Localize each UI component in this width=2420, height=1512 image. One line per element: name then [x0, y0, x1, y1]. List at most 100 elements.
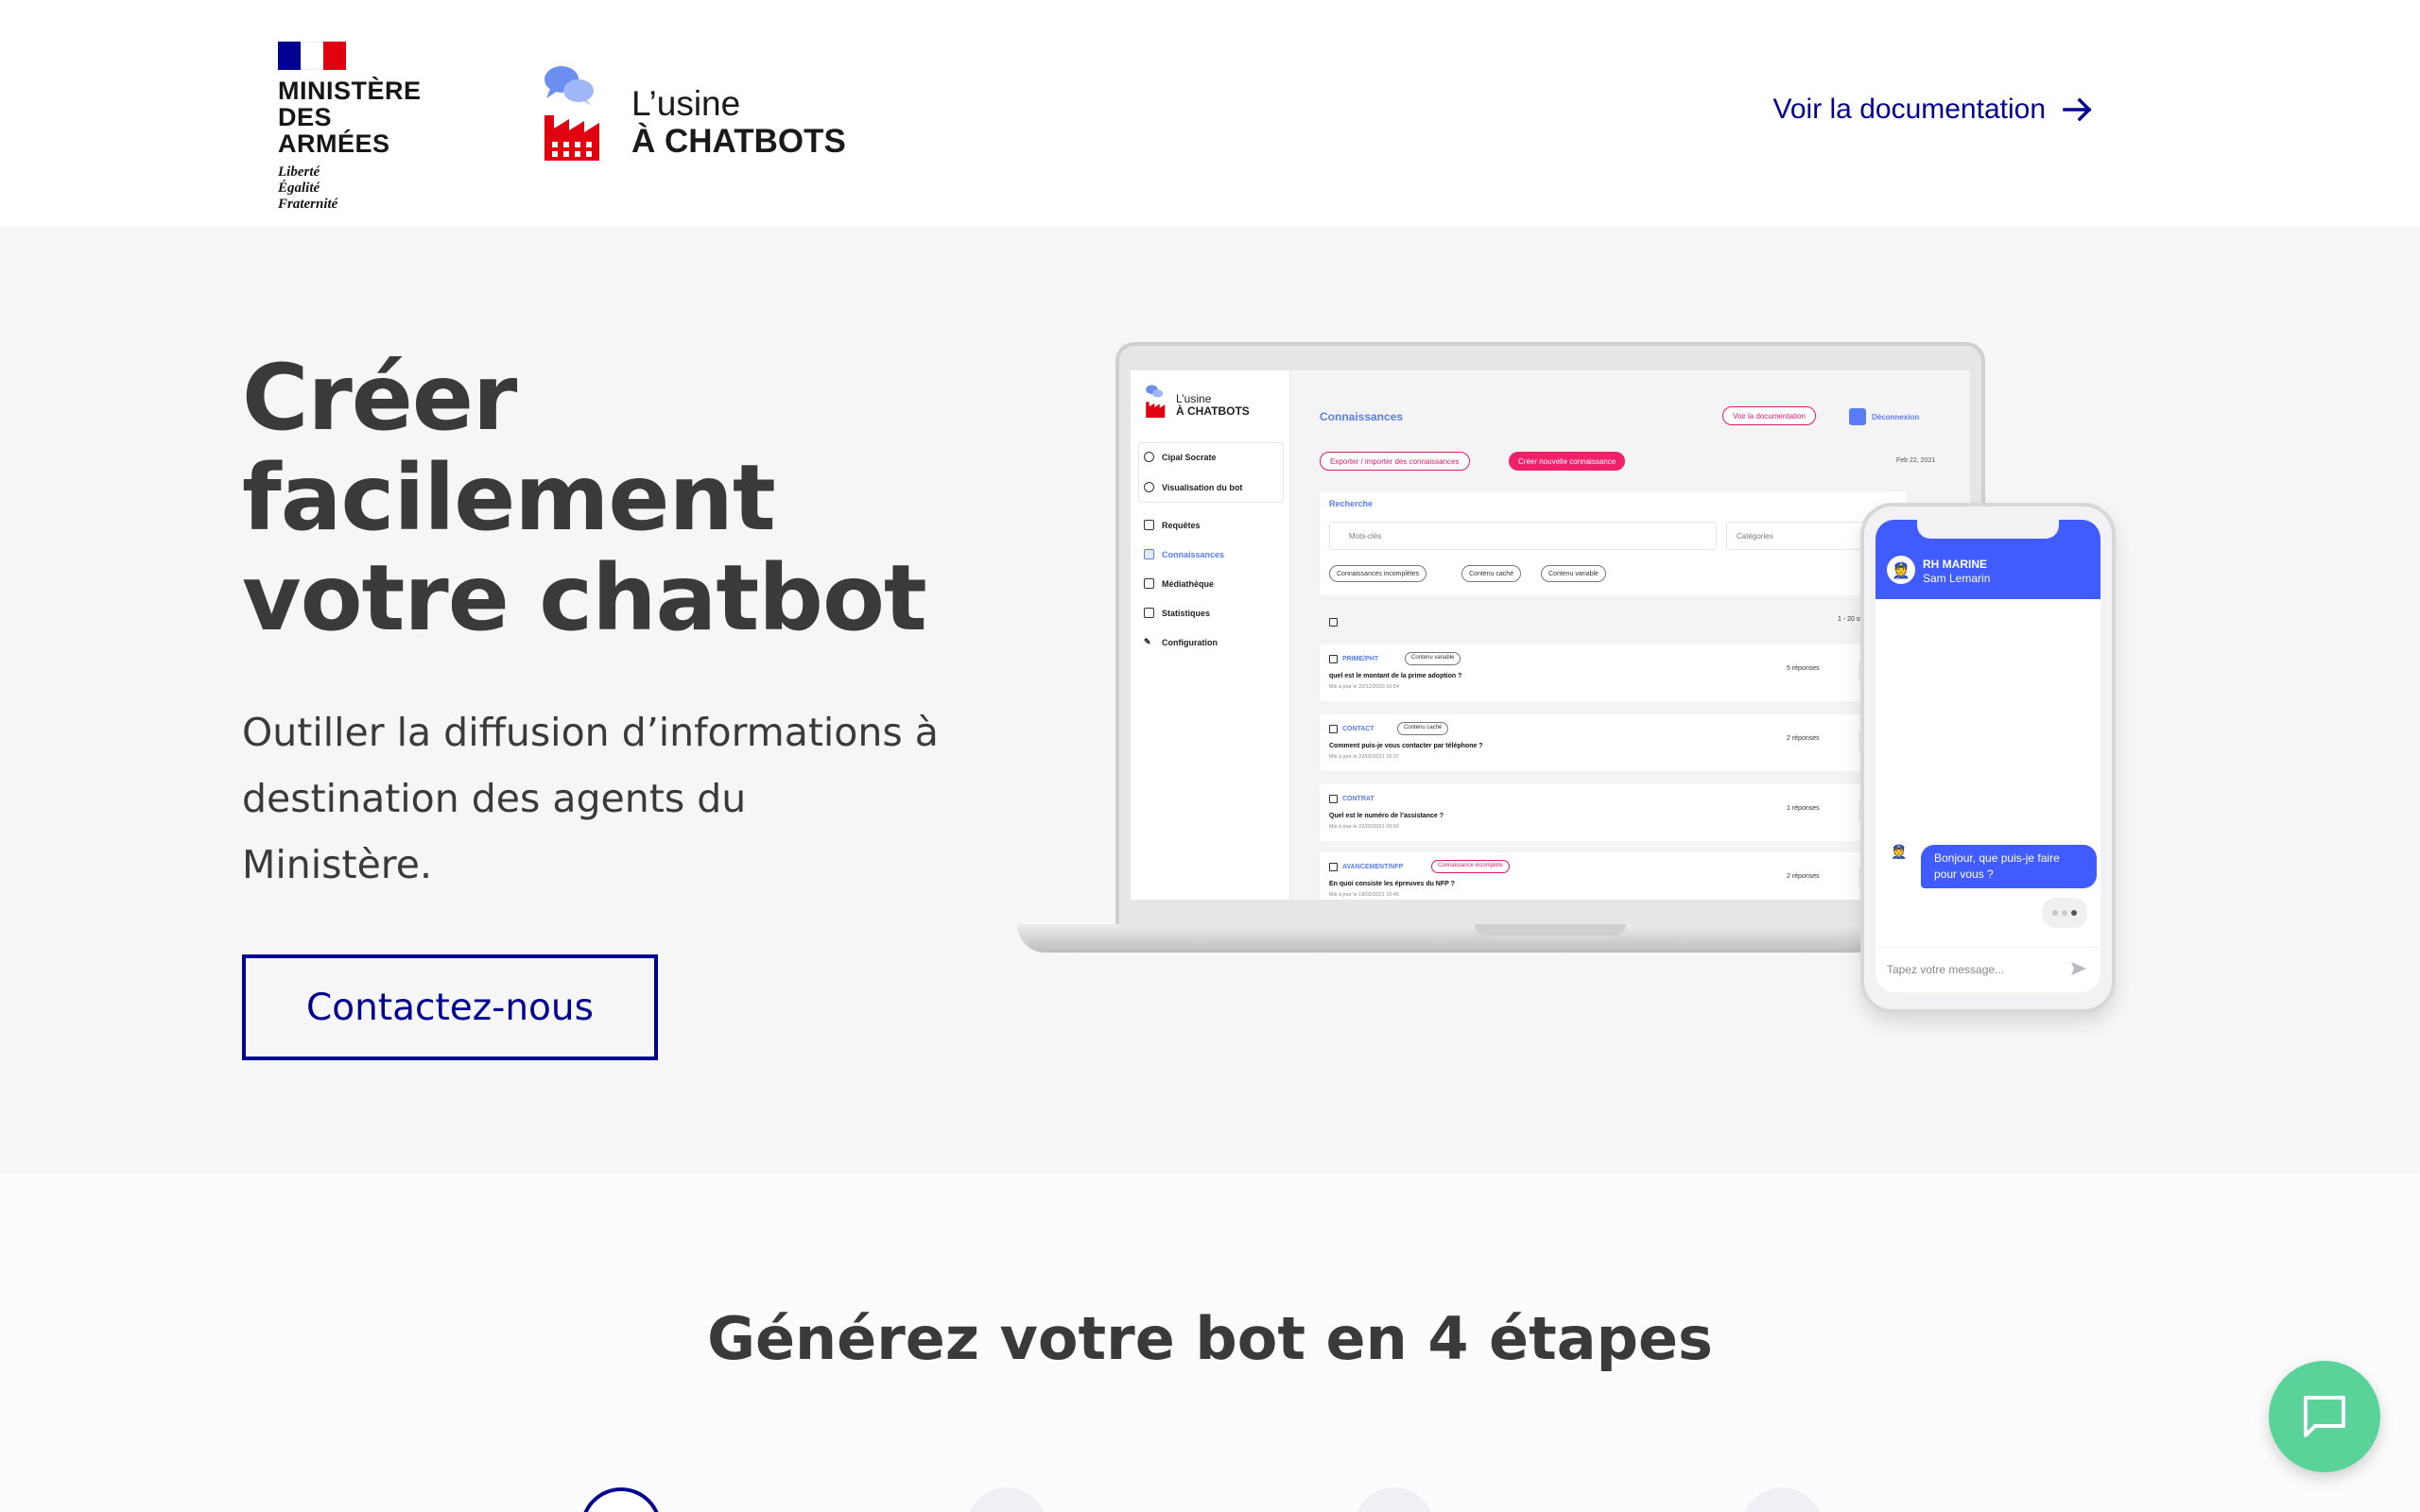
sidebar-item-mediatheque[interactable]: Médiathèque	[1144, 578, 1214, 589]
phone-screen: 👮 RH MARINE Sam Lemarin 👮 Bonjour, que p…	[1876, 520, 2100, 992]
chart-icon	[1144, 608, 1154, 618]
row-count: 2 réponses	[1787, 735, 1820, 742]
row-count: 2 réponses	[1787, 873, 1820, 880]
table-row[interactable]: CONTACT Contenu caché Comment puis-je vo…	[1320, 714, 1906, 771]
bot-subtitle: Sam Lemarin	[1923, 572, 1991, 585]
brand-line1: L’usine	[631, 84, 741, 123]
user-icon	[1144, 452, 1154, 462]
ministry-line2: DES ARMÉES	[278, 103, 390, 158]
search-label: Recherche	[1329, 499, 1374, 508]
steps-title: Générez votre bot en 4 étapes	[707, 1304, 1713, 1373]
laptop-screen: L’usine À CHATBOTS Cipal Socrate Visuali…	[1131, 370, 1970, 900]
sidebar-item-configuration[interactable]: ✎ Configuration	[1144, 637, 1218, 647]
table-row[interactable]: PRIME/PHT Contenu variable quel est le m…	[1320, 644, 1906, 701]
row-checkbox[interactable]	[1329, 655, 1338, 663]
documentation-button-label: Voir la documentation	[1733, 411, 1806, 421]
app-logo: L’usine À CHATBOTS	[1144, 384, 1250, 418]
row-tag: Contenu variable	[1405, 652, 1461, 665]
documentation-link-label: Voir la documentation	[1772, 94, 2046, 125]
row-question: Comment puis-je vous contacter par télép…	[1329, 743, 1483, 749]
chat-header: 👮 RH MARINE Sam Lemarin	[1876, 520, 2100, 599]
row-question: En quoi consiste les épreuves du NFP ?	[1329, 881, 1455, 887]
filter-chip-variable[interactable]: Contenu variable	[1541, 565, 1606, 582]
bot-avatar-small: 👮	[1891, 845, 1908, 860]
laptop-mockup: L’usine À CHATBOTS Cipal Socrate Visuali…	[1115, 342, 1985, 928]
document-icon	[1144, 549, 1154, 559]
row-category: AVANCEMENT/NFP	[1342, 864, 1404, 870]
row-meta: Mis à jour le 22/02/2021 09:50	[1329, 824, 1399, 830]
contact-button[interactable]: Contactez-nous	[242, 954, 658, 1060]
motto-liberte: Liberté	[278, 164, 320, 180]
sidebar-visualisation[interactable]: Visualisation du bot	[1144, 482, 1242, 492]
step-2-indicator[interactable]	[966, 1487, 1047, 1512]
sidebar-user-label: Cipal Socrate	[1162, 452, 1217, 462]
keywords-search-input[interactable]: Mots-clés	[1329, 522, 1717, 550]
sidebar-item-label: Statistiques	[1162, 608, 1211, 618]
chatbot-factory-icon	[1146, 385, 1166, 418]
message-input[interactable]: Tapez votre message...	[1876, 947, 2100, 992]
documentation-button[interactable]: Voir la documentation	[1722, 406, 1816, 425]
row-meta: Mis à jour le 22/12/2020 10:54	[1329, 684, 1399, 690]
sidebar-item-label: Médiathèque	[1162, 578, 1215, 589]
typing-indicator	[2042, 898, 2087, 928]
row-checkbox[interactable]	[1329, 725, 1338, 733]
row-meta: Mis à jour le 22/02/2021 16:37	[1329, 754, 1399, 760]
steps-section: Générez votre bot en 4 étapes	[0, 1174, 2420, 1512]
row-meta: Mis à jour le 18/02/2021 10:45	[1329, 892, 1399, 898]
sidebar-item-connaissances[interactable]: Connaissances	[1144, 549, 1224, 559]
filter-chip-hidden[interactable]: Contenu caché	[1461, 565, 1522, 582]
sidebar-user[interactable]: Cipal Socrate	[1144, 452, 1217, 462]
step-4-indicator[interactable]	[1741, 1487, 1823, 1512]
hero-title-line2: facilement	[242, 445, 776, 551]
row-checkbox[interactable]	[1329, 795, 1338, 803]
row-count: 5 réponses	[1787, 665, 1820, 672]
send-icon[interactable]	[2070, 960, 2087, 977]
table-row[interactable]: CONTRAT Quel est le numéro de l’assistan…	[1320, 784, 1906, 841]
row-checkbox[interactable]	[1329, 863, 1338, 871]
phone-mockup: 👮 RH MARINE Sam Lemarin 👮 Bonjour, que p…	[1860, 503, 2116, 1013]
phone-notch	[1917, 520, 2059, 539]
bot-name: RH MARINE	[1923, 558, 1987, 571]
pencil-icon: ✎	[1144, 637, 1151, 646]
sidebar-item-statistiques[interactable]: Statistiques	[1144, 608, 1210, 618]
ministry-motto: Liberté Égalité Fraternité	[278, 164, 448, 213]
sidebar-visualisation-label: Visualisation du bot	[1162, 482, 1243, 492]
hero-subtitle: Outiller la diffusion d’informations à d…	[242, 710, 939, 887]
laptop-lid: L’usine À CHATBOTS Cipal Socrate Visuali…	[1115, 342, 1985, 928]
message-input-placeholder: Tapez votre message...	[1887, 963, 2005, 976]
table-row[interactable]: AVANCEMENT/NFP Connaissance incomplète E…	[1320, 852, 1906, 900]
create-knowledge-label: Créer nouvelle connaissance	[1518, 456, 1616, 466]
row-count: 1 réponses	[1787, 805, 1820, 812]
site-header: MINISTÈRE DES ARMÉES Liberté Égalité Fra…	[0, 0, 2420, 227]
ministry-logo[interactable]: MINISTÈRE DES ARMÉES Liberté Égalité Fra…	[278, 42, 448, 212]
ministry-name: MINISTÈRE DES ARMÉES	[278, 77, 448, 157]
chat-launcher-button[interactable]	[2269, 1361, 2380, 1472]
hero-title: Créer facilement votre chatbot	[242, 348, 960, 648]
export-import-button[interactable]: Exporter / importer des connaissances	[1320, 452, 1470, 471]
app-logo-text: L’usine À CHATBOTS	[1176, 393, 1250, 418]
export-import-label: Exporter / importer des connaissances	[1330, 456, 1460, 466]
row-category: CONTRAT	[1342, 796, 1374, 802]
row-tag: Connaissance incomplète	[1431, 860, 1510, 873]
image-icon	[1144, 578, 1154, 589]
documentation-link[interactable]: Voir la documentation	[1772, 93, 2095, 127]
brand-logo[interactable]: L’usine À CHATBOTS	[541, 62, 846, 161]
create-knowledge-button[interactable]: Créer nouvelle connaissance	[1509, 452, 1626, 471]
inbox-icon	[1144, 520, 1154, 530]
row-category: CONTACT	[1342, 726, 1374, 732]
bot-avatar: 👮	[1887, 556, 1915, 584]
step-1-indicator[interactable]	[580, 1487, 662, 1512]
filter-chip-incomplete[interactable]: Connaissances incomplètes	[1329, 565, 1427, 582]
row-question: quel est le montant de la prime adoption…	[1329, 673, 1462, 679]
app-logo-line2: À CHATBOTS	[1176, 404, 1250, 418]
select-all-checkbox[interactable]	[1329, 618, 1338, 627]
step-3-indicator[interactable]	[1354, 1487, 1435, 1512]
sidebar-item-requetes[interactable]: Requêtes	[1144, 520, 1201, 530]
hero-title-line3: votre chatbot	[242, 545, 927, 651]
sidebar-item-label: Connaissances	[1162, 549, 1225, 559]
brand-name: L’usine À CHATBOTS	[631, 85, 846, 161]
arrow-right-icon	[2063, 97, 2092, 122]
logout-button[interactable]: Déconnexion	[1849, 408, 1919, 425]
marianne-flag-icon	[278, 42, 346, 70]
ministry-line1: MINISTÈRE	[278, 77, 422, 105]
